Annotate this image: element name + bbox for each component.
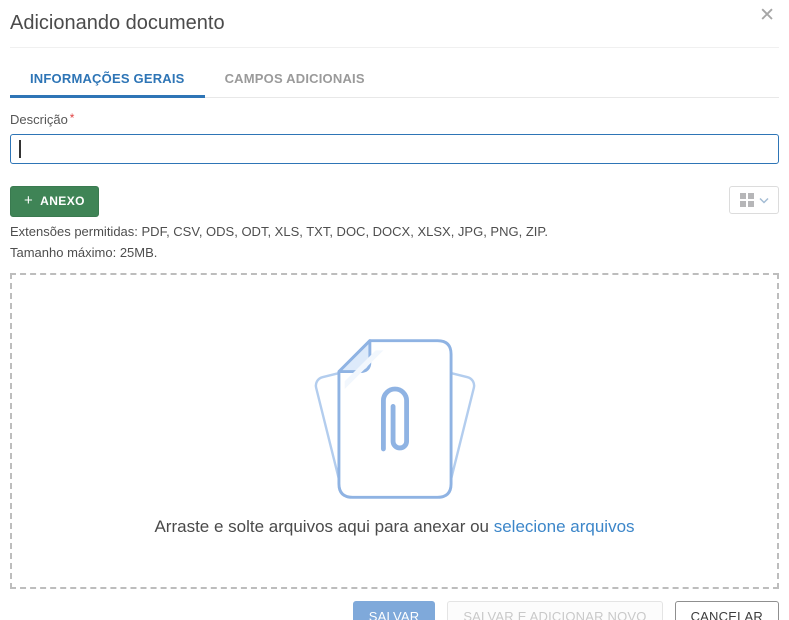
text-cursor: [19, 140, 21, 158]
select-files-link[interactable]: selecione arquivos: [494, 517, 635, 536]
add-document-modal: Adicionando documento ✕ INFORMAÇÕES GERA…: [0, 0, 789, 620]
file-dropzone[interactable]: Arraste e solte arquivos aqui para anexa…: [10, 272, 779, 589]
tab-informacoes-gerais[interactable]: INFORMAÇÕES GERAIS: [10, 60, 205, 98]
required-marker: *: [69, 111, 75, 125]
allowed-extensions-hint: Extensões permitidas: PDF, CSV, ODS, ODT…: [10, 224, 548, 260]
save-button[interactable]: SALVAR: [352, 600, 436, 620]
description-input[interactable]: [10, 134, 779, 164]
cancel-button[interactable]: CANCELAR: [674, 600, 779, 620]
attach-row: + ANEXO: [10, 186, 779, 217]
tab-campos-adicionais[interactable]: CAMPOS ADICIONAIS: [205, 60, 385, 98]
chevron-down-icon: [758, 197, 769, 204]
anexo-button-label: ANEXO: [40, 194, 85, 208]
description-input-wrap: [10, 134, 779, 164]
modal-title: Adicionando documento: [10, 12, 225, 34]
description-label: Descrição *: [10, 111, 75, 127]
modal-header: Adicionando documento ✕: [10, 0, 779, 48]
dropzone-text: Arraste e solte arquivos aqui para anexa…: [154, 516, 635, 536]
tab-bar: INFORMAÇÕES GERAIS CAMPOS ADICIONAIS: [10, 60, 779, 98]
add-attachment-button[interactable]: + ANEXO: [10, 186, 99, 217]
view-options-button[interactable]: [729, 186, 779, 214]
close-icon[interactable]: ✕: [755, 2, 779, 29]
plus-icon: +: [24, 192, 34, 209]
save-and-add-new-button[interactable]: SALVAR E ADICIONAR NOVO: [447, 600, 663, 620]
description-field: Descrição *: [10, 111, 779, 164]
modal-footer: SALVAR SALVAR E ADICIONAR NOVO CANCELAR: [10, 600, 779, 620]
attachment-illustration-icon: [314, 338, 475, 499]
grid-view-icon: [739, 193, 754, 207]
